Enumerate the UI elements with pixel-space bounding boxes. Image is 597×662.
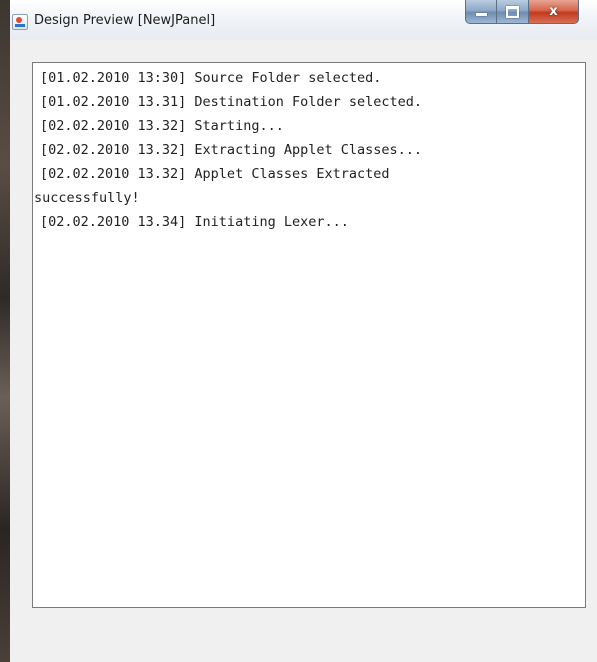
- close-button[interactable]: x: [529, 0, 579, 24]
- desktop-background-edge: [0, 0, 10, 662]
- minimize-button[interactable]: [465, 0, 497, 24]
- log-line: [01.02.2010 13.31] Destination Folder se…: [40, 94, 423, 110]
- title-bar[interactable]: Design Preview [NewJPanel] x: [10, 0, 597, 40]
- log-line-wrapped: successfully!: [34, 190, 140, 206]
- log-text-area[interactable]: [01.02.2010 13:30] Source Folder selecte…: [32, 62, 586, 608]
- log-line: [02.02.2010 13.34] Initiating Lexer...: [40, 214, 349, 230]
- window-title: Design Preview [NewJPanel]: [34, 13, 216, 28]
- java-cup-icon[interactable]: [12, 14, 28, 30]
- panel-content: [01.02.2010 13:30] Source Folder selecte…: [10, 40, 597, 662]
- minimize-icon: [466, 0, 496, 23]
- window-frame: Design Preview [NewJPanel] x [01.02.2010…: [10, 0, 597, 662]
- log-line: [01.02.2010 13:30] Source Folder selecte…: [40, 70, 382, 86]
- log-line: [02.02.2010 13.32] Applet Classes Extrac…: [40, 166, 390, 182]
- window-controls: x: [465, 0, 597, 26]
- log-line: [02.02.2010 13.32] Starting...: [40, 118, 284, 134]
- log-text: [01.02.2010 13:30] Source Folder selecte…: [33, 63, 585, 234]
- bottom-status-area: [10, 608, 597, 662]
- app-window: Design Preview [NewJPanel] x [01.02.2010…: [0, 0, 597, 662]
- close-icon: x: [549, 4, 558, 19]
- maximize-button[interactable]: [497, 0, 529, 24]
- maximize-icon: [497, 0, 528, 23]
- log-line: [02.02.2010 13.32] Extracting Applet Cla…: [40, 142, 423, 158]
